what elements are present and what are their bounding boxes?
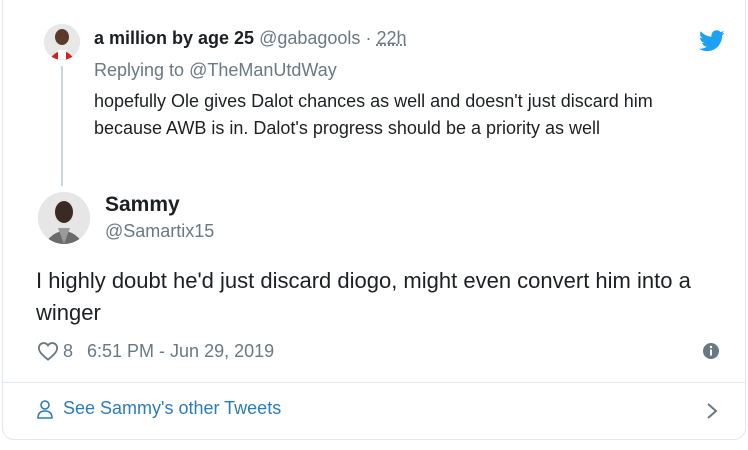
heart-icon[interactable] bbox=[37, 341, 59, 361]
replying-prefix: Replying to bbox=[94, 60, 185, 80]
person-icon bbox=[37, 399, 53, 419]
replying-to-mention[interactable]: @TheManUtdWay bbox=[189, 60, 337, 80]
chevron-right-icon[interactable] bbox=[705, 402, 719, 420]
like-count[interactable]: 8 bbox=[63, 341, 73, 362]
main-avatar[interactable] bbox=[38, 192, 90, 244]
footer-divider bbox=[3, 382, 745, 383]
info-icon[interactable] bbox=[702, 342, 720, 360]
tweet-card: a million by age 25 @gabagools · 22h Rep… bbox=[2, 0, 746, 440]
see-other-tweets-link[interactable]: See Sammy's other Tweets bbox=[35, 398, 281, 419]
parent-handle[interactable]: @gabagools bbox=[259, 28, 360, 48]
thread-line bbox=[61, 66, 63, 186]
main-tweet-text: I highly doubt he'd just discard diogo, … bbox=[36, 268, 691, 325]
timestamp[interactable]: 6:51 PM - Jun 29, 2019 bbox=[87, 341, 274, 362]
replying-to: Replying to @TheManUtdWay bbox=[94, 60, 337, 81]
tweet-meta: 8 6:51 PM - Jun 29, 2019 bbox=[37, 338, 274, 364]
parent-time[interactable]: 22h bbox=[376, 28, 406, 48]
twitter-bird-icon[interactable] bbox=[699, 30, 725, 52]
see-other-tweets-label[interactable]: See Sammy's other Tweets bbox=[63, 398, 281, 419]
parent-display-name[interactable]: a million by age 25 bbox=[94, 28, 254, 48]
parent-tweet-text: hopefully Ole gives Dalot chances as wel… bbox=[94, 91, 653, 138]
parent-header: a million by age 25 @gabagools · 22h bbox=[94, 28, 407, 49]
separator-dot: · bbox=[365, 28, 372, 48]
parent-avatar[interactable] bbox=[44, 24, 80, 60]
main-display-name[interactable]: Sammy bbox=[105, 193, 180, 217]
main-handle[interactable]: @Samartix15 bbox=[105, 221, 214, 242]
